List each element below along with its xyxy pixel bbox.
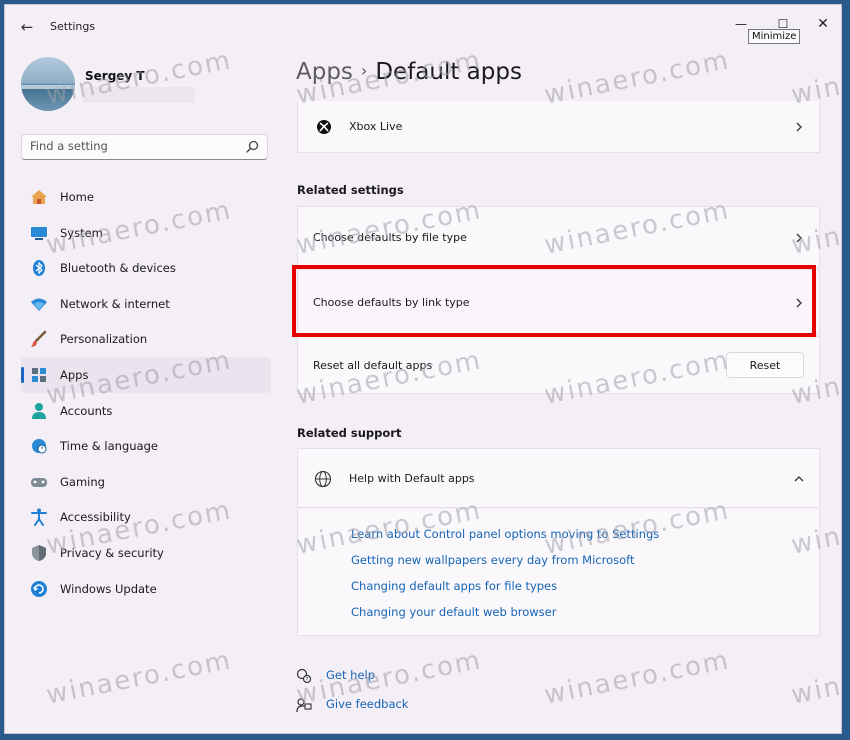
accounts-icon: [32, 402, 46, 419]
sidebar-item-system[interactable]: System: [21, 215, 271, 251]
minimize-icon: —: [735, 17, 747, 31]
get-help-link[interactable]: Get help: [326, 668, 375, 682]
sidebar-item-personalization[interactable]: Personalization: [21, 321, 271, 357]
help-links-panel: Learn about Control panel options moving…: [297, 509, 820, 636]
help-link[interactable]: Getting new wallpapers every day from Mi…: [351, 553, 635, 567]
app-row-xbox-live[interactable]: Xbox Live: [297, 101, 820, 153]
settings-window: ← Settings — ☐ ✕ Minimize Sergey T Home …: [4, 4, 842, 734]
user-name: Sergey T: [85, 69, 145, 83]
breadcrumb-parent[interactable]: Apps: [296, 59, 353, 85]
reset-button[interactable]: Reset: [726, 352, 804, 378]
sidebar-item-label: Gaming: [60, 474, 105, 489]
help-link[interactable]: Learn about Control panel options moving…: [351, 527, 659, 541]
sidebar-item-time-language[interactable]: Time & language: [21, 428, 271, 464]
sidebar-item-label: Accounts: [60, 403, 113, 418]
sidebar-item-network[interactable]: Network & internet: [21, 286, 271, 322]
watermark: winaero.com: [788, 645, 842, 711]
sidebar-item-label: Privacy & security: [60, 545, 164, 560]
globe-clock-icon: [32, 439, 47, 454]
watermark: winaero.com: [541, 645, 733, 711]
app-name: Xbox Live: [349, 120, 403, 133]
system-icon: [31, 226, 47, 240]
search-icon[interactable]: [244, 139, 260, 155]
gamepad-icon: [31, 477, 47, 487]
search-box[interactable]: [21, 134, 268, 160]
sidebar-item-label: Apps: [60, 367, 89, 382]
sidebar-item-label: Time & language: [60, 439, 158, 454]
help-label: Help with Default apps: [349, 472, 475, 485]
choose-defaults-file-type[interactable]: Choose defaults by file type: [297, 206, 820, 268]
breadcrumb: Apps › Default apps: [296, 59, 522, 85]
sidebar-item-accessibility[interactable]: Accessibility: [21, 499, 271, 535]
page-title: Default apps: [375, 59, 522, 85]
sidebar-item-accounts[interactable]: Accounts: [21, 393, 271, 429]
update-icon: [31, 580, 47, 597]
sidebar-item-label: Network & internet: [60, 296, 170, 311]
setting-label: Choose defaults by file type: [313, 231, 467, 244]
sidebar-item-bluetooth[interactable]: Bluetooth & devices: [21, 250, 271, 286]
sidebar-item-gaming[interactable]: Gaming: [21, 464, 271, 500]
sidebar-nav: Home System Bluetooth & devices Network …: [21, 179, 271, 606]
reset-all-default-apps-row: Reset all default apps Reset: [297, 336, 820, 394]
sidebar-item-label: Home: [60, 190, 94, 204]
accessibility-icon: [31, 508, 47, 527]
xbox-icon: [317, 120, 331, 134]
related-settings-title: Related settings: [297, 183, 404, 197]
back-button[interactable]: ←: [17, 17, 37, 37]
sidebar-item-privacy-security[interactable]: Privacy & security: [21, 535, 271, 571]
sidebar-item-label: Bluetooth & devices: [60, 261, 176, 276]
wifi-icon: [31, 298, 47, 311]
minimize-tooltip: Minimize: [748, 29, 801, 44]
breadcrumb-separator: ›: [360, 61, 368, 80]
user-email-redacted: [83, 87, 195, 103]
chevron-up-icon: [794, 476, 804, 482]
chevron-right-icon: [796, 122, 802, 132]
help-link[interactable]: Changing default apps for file types: [351, 579, 557, 593]
help-default-apps-header[interactable]: Help with Default apps: [297, 448, 820, 508]
help-link[interactable]: Changing your default web browser: [351, 605, 556, 619]
sidebar-item-label: Personalization: [60, 332, 148, 347]
close-button[interactable]: ✕: [803, 11, 841, 37]
give-feedback-link[interactable]: Give feedback: [326, 697, 408, 711]
setting-label: Reset all default apps: [313, 359, 433, 372]
back-arrow-icon: ←: [20, 18, 34, 36]
home-icon: [31, 190, 47, 204]
avatar[interactable]: [21, 57, 75, 111]
sidebar-item-label: Windows Update: [60, 581, 157, 596]
sidebar-item-apps[interactable]: Apps: [21, 356, 271, 393]
sidebar-item-windows-update[interactable]: Windows Update: [21, 571, 271, 607]
chevron-right-icon: [796, 233, 802, 243]
related-support-title: Related support: [297, 426, 402, 440]
apps-icon: [32, 367, 46, 382]
sidebar-item-label: System: [60, 225, 103, 240]
search-input[interactable]: [30, 139, 230, 153]
shield-icon: [32, 544, 46, 561]
watermark: winaero.com: [43, 645, 235, 711]
app-title: Settings: [50, 20, 96, 33]
get-help-icon: ?: [296, 668, 312, 684]
highlight-box: [292, 265, 816, 337]
sidebar-item-label: Accessibility: [60, 510, 131, 525]
brush-icon: [31, 331, 47, 348]
close-icon: ✕: [817, 16, 829, 32]
globe-icon: [314, 470, 332, 488]
bluetooth-icon: [33, 260, 45, 277]
sidebar-item-home[interactable]: Home: [21, 179, 271, 215]
svg-text:?: ?: [306, 677, 309, 683]
title-bar: ← Settings — ☐ ✕ Minimize: [5, 5, 841, 49]
feedback-icon: [296, 698, 312, 713]
